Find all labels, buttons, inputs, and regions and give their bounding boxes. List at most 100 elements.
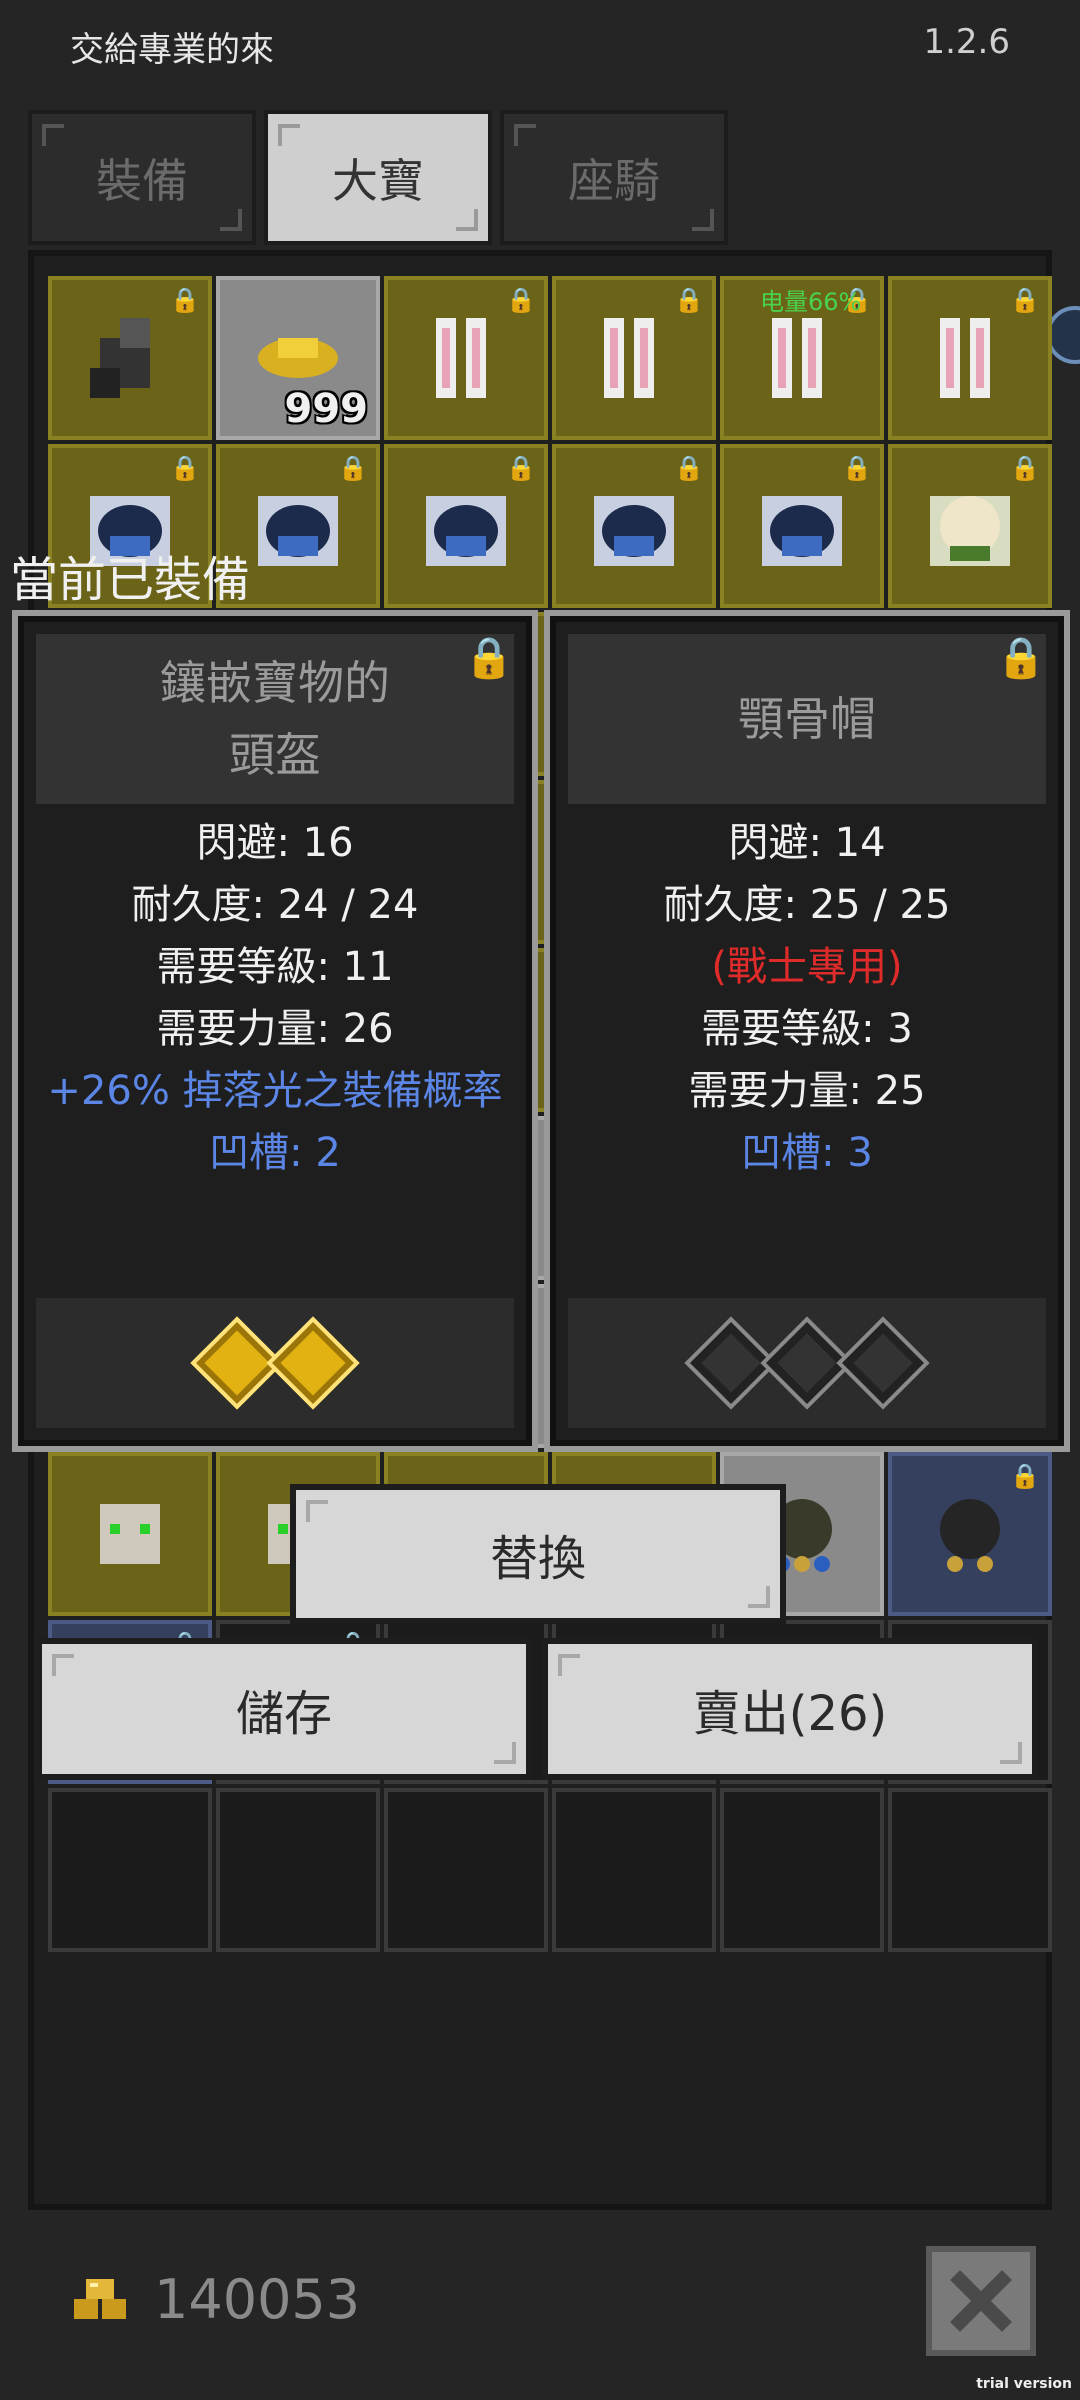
equipped-label: 當前已裝備 <box>10 552 251 608</box>
penguin-helmet-icon <box>258 496 338 566</box>
empty-socket-icon <box>836 1316 930 1410</box>
inventory-slot[interactable]: 🔒 <box>384 444 548 608</box>
inventory-slot[interactable]: 🔒 <box>552 276 716 440</box>
socket-row <box>36 1298 514 1428</box>
skull-mask-icon <box>100 1504 160 1564</box>
lock-icon: 🔒 <box>1010 286 1040 314</box>
tab-equipment[interactable]: 裝備 <box>28 110 256 245</box>
gauntlet-icon <box>90 318 150 398</box>
selected-item-card: 顎骨帽 🔒 閃避: 14 耐久度: 25 / 25 (戰士專用) 需要等級: 3… <box>544 610 1070 1452</box>
item-stats: 閃避: 14 耐久度: 25 / 25 (戰士專用) 需要等級: 3 需要力量:… <box>568 812 1046 1184</box>
stat-line: 需要等級: 3 <box>701 1006 913 1052</box>
socket-row <box>568 1298 1046 1428</box>
battery-status: 电量66% <box>760 288 862 316</box>
stat-line: 閃避: 14 <box>728 820 886 866</box>
corner-decoration <box>514 124 536 146</box>
corner-decoration <box>278 124 300 146</box>
equipped-item-card: 鑲嵌寶物的 頭盔 🔒 閃避: 16 耐久度: 24 / 24 需要等級: 11 … <box>12 610 538 1452</box>
inventory-slot[interactable] <box>552 1788 716 1952</box>
gold-coins-icon <box>74 2279 126 2319</box>
penguin-helmet-icon <box>426 496 506 566</box>
lock-icon: 🔒 <box>674 286 704 314</box>
tab-label: 座騎 <box>568 153 660 208</box>
lock-icon: 🔒 <box>1010 454 1040 482</box>
stat-line: 閃避: 16 <box>196 820 354 866</box>
inventory-slot[interactable]: 🔒 <box>888 276 1052 440</box>
lock-icon: 🔒 <box>506 454 536 482</box>
stat-line: 需要力量: 26 <box>156 1006 394 1052</box>
inventory-slot[interactable] <box>720 1788 884 1952</box>
sheep-mask-icon <box>930 496 1010 566</box>
corner-decoration <box>494 1742 516 1764</box>
bunny-ears-icon <box>772 318 822 398</box>
filled-socket-gem-icon <box>266 1316 360 1410</box>
close-button[interactable] <box>926 2246 1036 2356</box>
item-name-header: 鑲嵌寶物的 頭盔 <box>36 634 514 804</box>
tab-label: 大寶 <box>332 153 424 208</box>
stat-line: 需要等級: 11 <box>156 944 394 990</box>
inventory-slot[interactable]: 🔒 <box>384 276 548 440</box>
inventory-slot[interactable] <box>48 1788 212 1952</box>
close-icon <box>950 2270 1012 2332</box>
lock-icon[interactable]: 🔒 <box>464 634 514 681</box>
inventory-slot[interactable]: 🔒 <box>720 444 884 608</box>
replace-button-label: 替換 <box>489 1531 586 1587</box>
lock-icon: 🔒 <box>170 454 200 482</box>
inventory-slot[interactable]: 🔒 <box>888 444 1052 608</box>
trial-watermark: trial version <box>976 2376 1072 2392</box>
item-name-line1: 顎骨帽 <box>738 692 876 746</box>
inventory-slot[interactable]: 🔒 <box>48 276 212 440</box>
corner-decoration <box>306 1500 328 1522</box>
stat-line: 需要力量: 25 <box>688 1068 926 1114</box>
bunny-ears-icon <box>940 318 990 398</box>
lock-icon: 🔒 <box>338 454 368 482</box>
sell-button[interactable]: 賣出(26) <box>542 1638 1038 1780</box>
dark-helmet-icon <box>940 1499 1000 1572</box>
penguin-helmet-icon <box>594 496 674 566</box>
sell-button-label: 賣出(26) <box>692 1686 888 1742</box>
inventory-slot[interactable] <box>888 1788 1052 1952</box>
inventory-slot[interactable]: 🔒 <box>552 444 716 608</box>
tab-treasure[interactable]: 大寶 <box>264 110 492 245</box>
inventory-slot[interactable] <box>216 1788 380 1952</box>
stat-line-sockets: 凹槽: 2 <box>209 1130 341 1176</box>
item-quantity: 999 <box>284 386 369 432</box>
stat-line-sockets: 凹槽: 3 <box>741 1130 873 1176</box>
corner-decoration <box>558 1654 580 1676</box>
replace-button[interactable]: 替換 <box>290 1484 786 1624</box>
item-name-line1: 鑲嵌寶物的 <box>160 656 390 710</box>
lock-icon: 🔒 <box>1010 1462 1040 1490</box>
penguin-helmet-icon <box>762 496 842 566</box>
category-tabs: 裝備 大寶 座騎 <box>28 110 728 245</box>
corner-decoration <box>748 1586 770 1608</box>
stat-line: 耐久度: 24 / 24 <box>131 882 419 928</box>
app-title: 交給專業的來 <box>70 30 274 70</box>
bunny-ears-icon <box>604 318 654 398</box>
inventory-slot[interactable] <box>384 1788 548 1952</box>
stat-line: 耐久度: 25 / 25 <box>663 882 951 928</box>
tab-mount[interactable]: 座騎 <box>500 110 728 245</box>
inventory-slot[interactable]: 🔒 <box>888 1452 1052 1616</box>
lock-icon: 🔒 <box>170 286 200 314</box>
inventory-slot[interactable] <box>48 1452 212 1616</box>
corner-decoration <box>456 209 478 231</box>
item-stats: 閃避: 16 耐久度: 24 / 24 需要等級: 11 需要力量: 26 +2… <box>36 812 514 1184</box>
gold-amount: 140053 <box>154 2268 361 2331</box>
lock-icon: 🔒 <box>674 454 704 482</box>
stat-line-bonus: +26% 掉落光之裝備概率 <box>47 1068 503 1114</box>
store-button[interactable]: 儲存 <box>36 1638 532 1780</box>
corner-decoration <box>1000 1742 1022 1764</box>
stat-line-class-restriction: (戰士專用) <box>711 944 903 990</box>
lock-icon[interactable]: 🔒 <box>996 634 1046 681</box>
corner-decoration <box>42 124 64 146</box>
item-name-line2: 頭盔 <box>229 728 321 782</box>
corner-decoration <box>692 209 714 231</box>
tab-label: 裝備 <box>96 153 188 208</box>
corner-decoration <box>220 209 242 231</box>
corner-decoration <box>52 1654 74 1676</box>
lock-icon: 🔒 <box>506 286 536 314</box>
version-label: 1.2.6 <box>923 22 1010 62</box>
store-button-label: 儲存 <box>235 1686 332 1742</box>
inventory-slot[interactable]: 999 <box>216 276 380 440</box>
bunny-ears-icon <box>436 318 486 398</box>
